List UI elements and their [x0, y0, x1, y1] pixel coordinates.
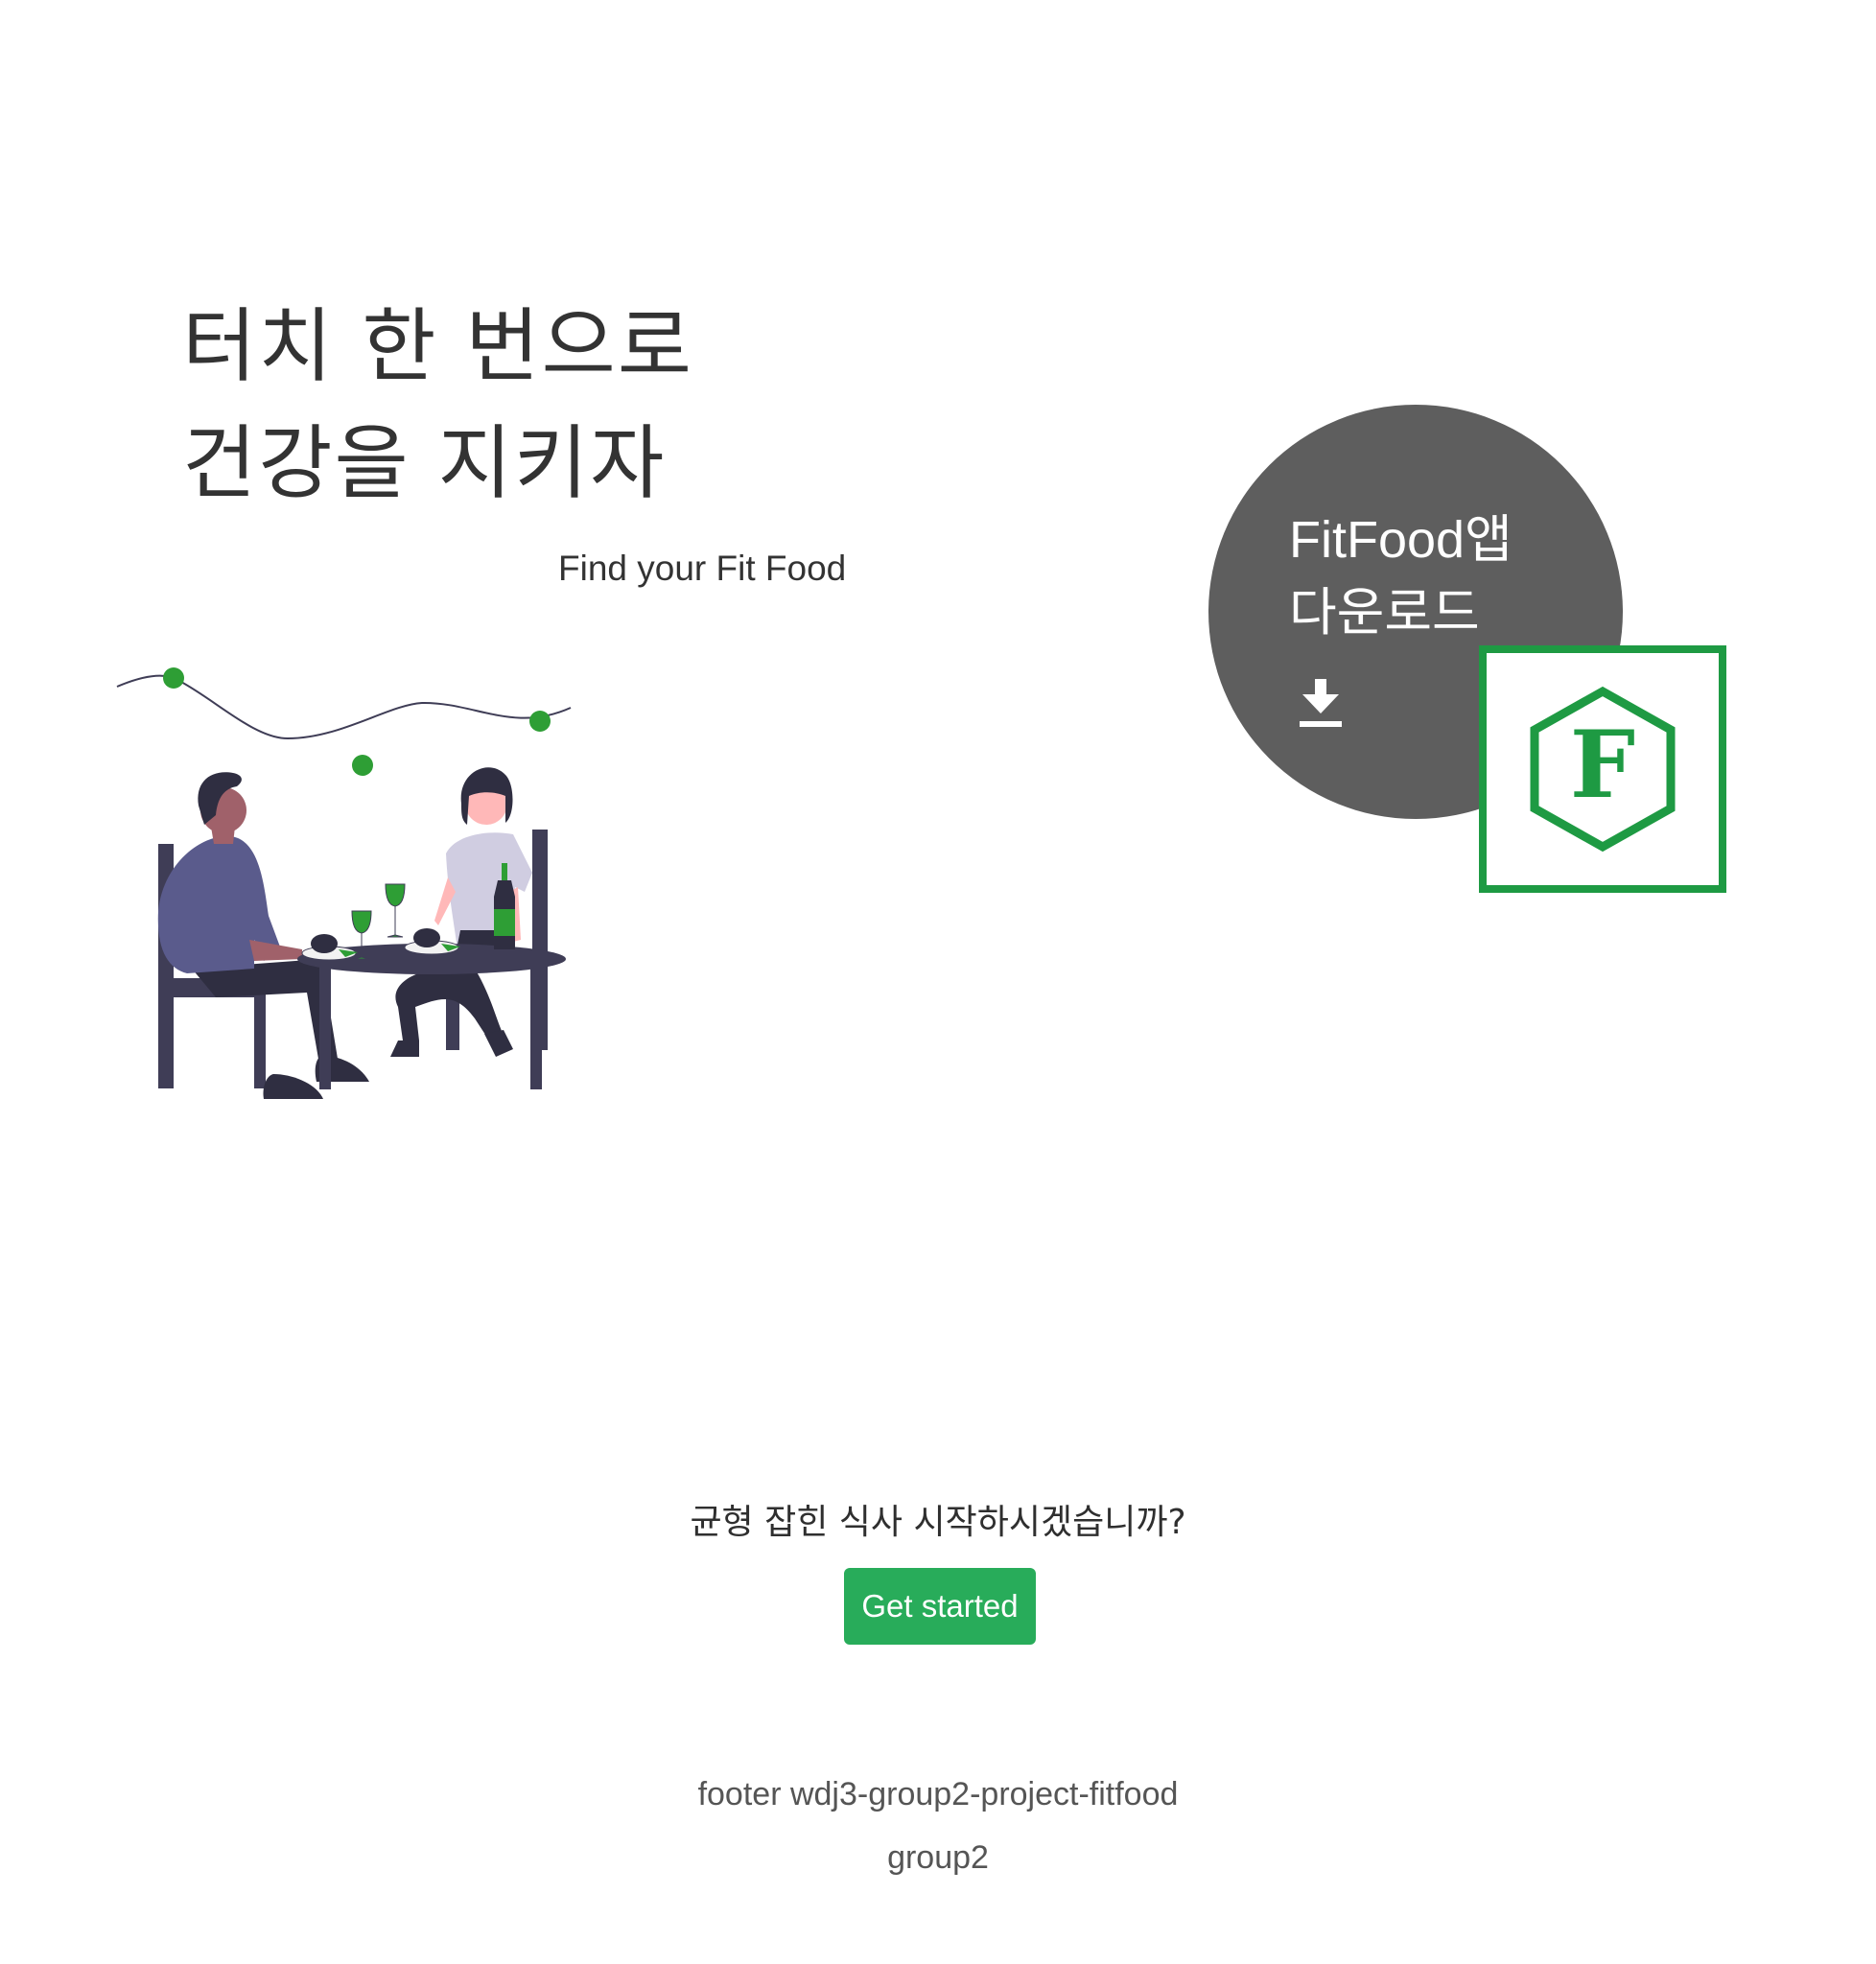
- table-leg: [530, 965, 542, 1089]
- get-started-button[interactable]: Get started: [844, 1568, 1036, 1645]
- string-lights-wire: [116, 674, 572, 740]
- cta-question: 균형 잡힌 식사 시작하시겠습니까?: [690, 1503, 1186, 1542]
- woman-shoe: [390, 1040, 419, 1057]
- logo-letter: F: [1570, 711, 1635, 819]
- hero-subtitle: Find your Fit Food: [558, 549, 847, 588]
- fitfood-logo[interactable]: F: [1479, 645, 1726, 893]
- wine-bottle-neck: [502, 863, 507, 880]
- man-shoe: [263, 1074, 323, 1099]
- hero-title-line1: 터치 한 번으로: [182, 299, 694, 393]
- download-icon[interactable]: [1297, 677, 1345, 731]
- app-download-title-line2: 다운로드: [1289, 584, 1480, 642]
- light-bulb: [529, 711, 551, 732]
- burger: [311, 934, 338, 953]
- table-leg: [319, 965, 331, 1089]
- hexagon-logo-icon: F: [1530, 686, 1676, 853]
- wine-glass: [385, 883, 406, 938]
- wine-bottle-label: [494, 909, 515, 936]
- chair-leg: [254, 988, 266, 1088]
- footer-group: group2: [887, 1839, 989, 1876]
- app-download-title-line1: FitFood앱: [1289, 511, 1513, 569]
- man-neck: [211, 827, 235, 844]
- dining-couple-illustration: [116, 667, 572, 1099]
- hero-title-line2: 건강을 지키자: [182, 416, 667, 510]
- app-download-title[interactable]: FitFood앱 다운로드: [1289, 503, 1513, 649]
- burger: [413, 928, 440, 947]
- light-bulb: [352, 755, 373, 776]
- light-bulb: [163, 667, 184, 689]
- woman-shoe: [484, 1030, 513, 1057]
- footer-text: footer wdj3-group2-project-fitfood: [697, 1776, 1179, 1812]
- hero-title: 터치 한 번으로 건강을 지키자: [182, 288, 693, 522]
